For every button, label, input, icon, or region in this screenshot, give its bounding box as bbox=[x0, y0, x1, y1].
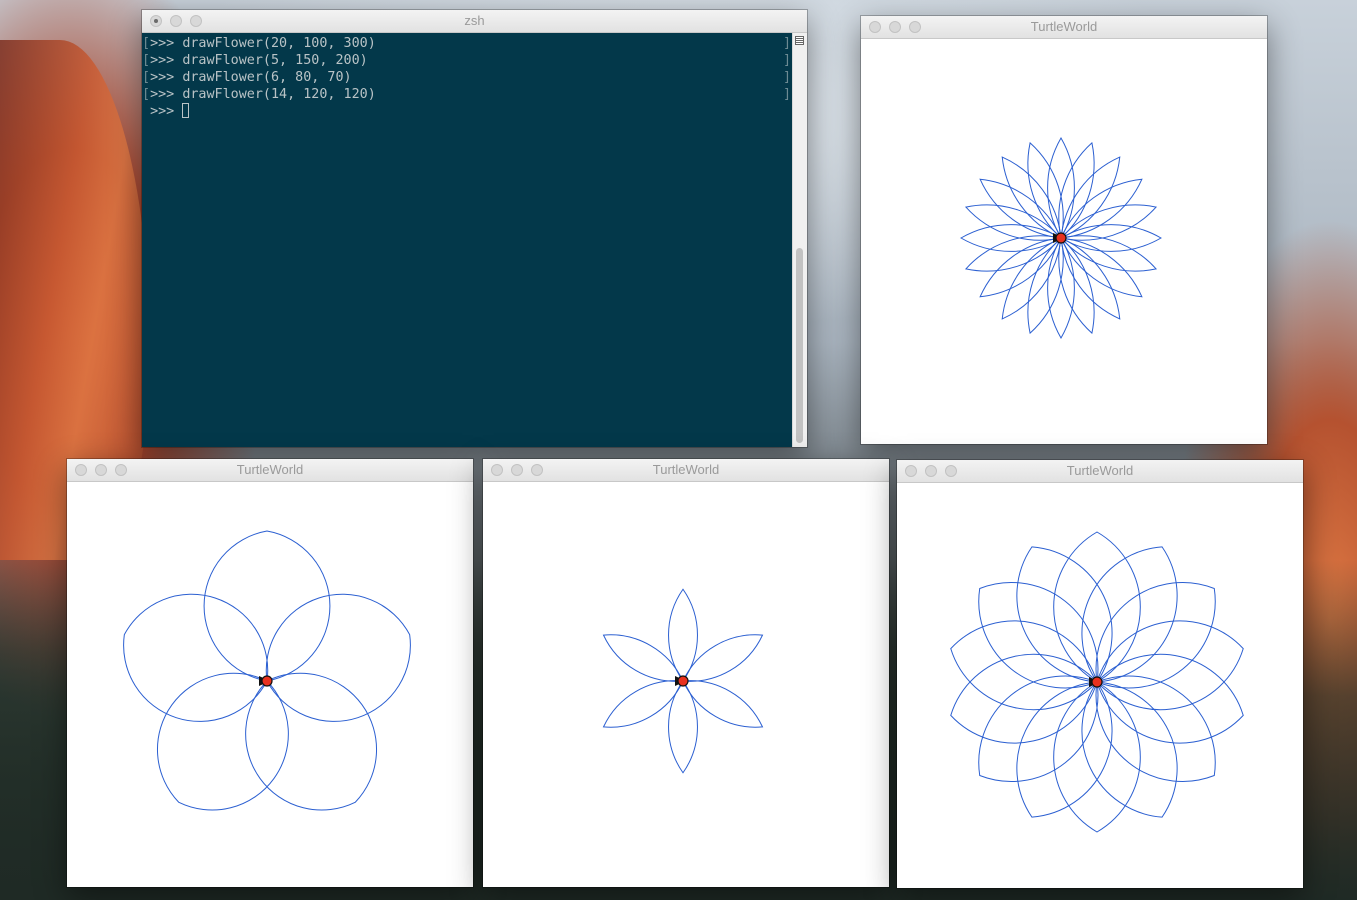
turtle-icon bbox=[1053, 232, 1067, 244]
terminal-window[interactable]: zsh [>>> drawFlower(20, 100, 300)] [>>> … bbox=[142, 10, 807, 447]
command-text: drawFlower(14, 120, 120) bbox=[182, 87, 376, 102]
flower-drawing bbox=[959, 136, 1163, 340]
minimize-button[interactable] bbox=[889, 21, 901, 33]
petal bbox=[1001, 156, 1062, 239]
window-title: TurtleWorld bbox=[652, 462, 720, 477]
text-cursor bbox=[182, 103, 190, 118]
petal bbox=[1060, 178, 1143, 239]
window-title: TurtleWorld bbox=[1030, 19, 1098, 34]
command-text: drawFlower(5, 150, 200) bbox=[182, 53, 368, 68]
window-title: TurtleWorld bbox=[1066, 463, 1134, 478]
turtle-canvas[interactable] bbox=[483, 482, 889, 887]
petal bbox=[1060, 224, 1163, 252]
minimize-button[interactable] bbox=[925, 465, 937, 477]
petal bbox=[1047, 136, 1075, 239]
command-text: drawFlower(6, 80, 70) bbox=[182, 70, 352, 85]
turtle-icon bbox=[675, 675, 689, 687]
window-title: TurtleWorld bbox=[236, 462, 304, 477]
close-button[interactable] bbox=[869, 21, 881, 33]
close-button[interactable] bbox=[905, 465, 917, 477]
petal bbox=[602, 634, 684, 682]
petal bbox=[265, 593, 411, 722]
turtleworld-window-3[interactable]: TurtleWorld bbox=[483, 459, 889, 887]
petal bbox=[668, 588, 698, 682]
zoom-button[interactable] bbox=[531, 464, 543, 476]
petal bbox=[978, 582, 1099, 689]
window-controls bbox=[150, 15, 202, 27]
turtle-canvas[interactable] bbox=[861, 39, 1267, 444]
petal bbox=[979, 178, 1062, 239]
petal bbox=[682, 634, 764, 682]
zoom-button[interactable] bbox=[909, 21, 921, 33]
close-button[interactable] bbox=[75, 464, 87, 476]
turtleworld-titlebar[interactable]: TurtleWorld bbox=[67, 459, 473, 482]
terminal-title: zsh bbox=[464, 13, 485, 28]
turtle-canvas[interactable] bbox=[67, 482, 473, 887]
petal bbox=[602, 680, 684, 728]
petal bbox=[978, 675, 1099, 782]
zoom-button[interactable] bbox=[190, 15, 202, 27]
prompt: >>> bbox=[150, 104, 175, 119]
scrollbar-menu-icon[interactable] bbox=[795, 36, 804, 45]
window-controls bbox=[75, 464, 127, 476]
turtleworld-titlebar[interactable]: TurtleWorld bbox=[483, 459, 889, 482]
terminal-line: [>>> drawFlower(14, 120, 120)] bbox=[142, 87, 791, 102]
flower-drawing bbox=[602, 588, 764, 774]
zoom-button[interactable] bbox=[945, 465, 957, 477]
zoom-button[interactable] bbox=[115, 464, 127, 476]
petal bbox=[123, 593, 269, 722]
petal bbox=[1060, 237, 1143, 298]
terminal-line: [>>> drawFlower(20, 100, 300)] bbox=[142, 36, 791, 51]
turtle-icon bbox=[1089, 676, 1103, 688]
turtle-canvas[interactable] bbox=[897, 483, 1303, 888]
turtle-icon bbox=[259, 675, 273, 687]
turtleworld-titlebar[interactable]: TurtleWorld bbox=[897, 460, 1303, 483]
petal bbox=[245, 672, 378, 811]
window-controls bbox=[905, 465, 957, 477]
turtleworld-window-1[interactable]: TurtleWorld bbox=[861, 16, 1267, 444]
close-button[interactable] bbox=[491, 464, 503, 476]
flower-drawing bbox=[123, 530, 411, 811]
minimize-button[interactable] bbox=[170, 15, 182, 27]
terminal-line: [>>> drawFlower(5, 150, 200)] bbox=[142, 53, 791, 68]
minimize-button[interactable] bbox=[511, 464, 523, 476]
petal bbox=[1060, 237, 1121, 320]
petal bbox=[668, 680, 698, 774]
petal bbox=[979, 237, 1062, 298]
petal bbox=[1095, 675, 1216, 782]
window-controls bbox=[869, 21, 921, 33]
terminal-body[interactable]: [>>> drawFlower(20, 100, 300)] [>>> draw… bbox=[142, 33, 793, 447]
petal bbox=[682, 680, 764, 728]
petal bbox=[1060, 156, 1121, 239]
turtleworld-window-4[interactable]: TurtleWorld bbox=[897, 460, 1303, 888]
command-text: drawFlower(20, 100, 300) bbox=[182, 36, 376, 51]
flower-drawing bbox=[950, 531, 1244, 833]
petal bbox=[156, 672, 289, 811]
petal bbox=[1095, 582, 1216, 689]
scroll-thumb[interactable] bbox=[796, 248, 803, 443]
window-controls bbox=[491, 464, 543, 476]
terminal-scrollbar[interactable] bbox=[792, 33, 807, 447]
petal bbox=[1047, 237, 1075, 340]
terminal-titlebar[interactable]: zsh bbox=[142, 10, 807, 33]
turtleworld-window-2[interactable]: TurtleWorld bbox=[67, 459, 473, 887]
turtleworld-titlebar[interactable]: TurtleWorld bbox=[861, 16, 1267, 39]
terminal-line: [>>> drawFlower(6, 80, 70)] bbox=[142, 70, 791, 85]
close-button[interactable] bbox=[150, 15, 162, 27]
minimize-button[interactable] bbox=[95, 464, 107, 476]
petal bbox=[1001, 237, 1062, 320]
terminal-prompt-line[interactable]: >>> bbox=[142, 103, 793, 120]
petal bbox=[959, 224, 1062, 252]
